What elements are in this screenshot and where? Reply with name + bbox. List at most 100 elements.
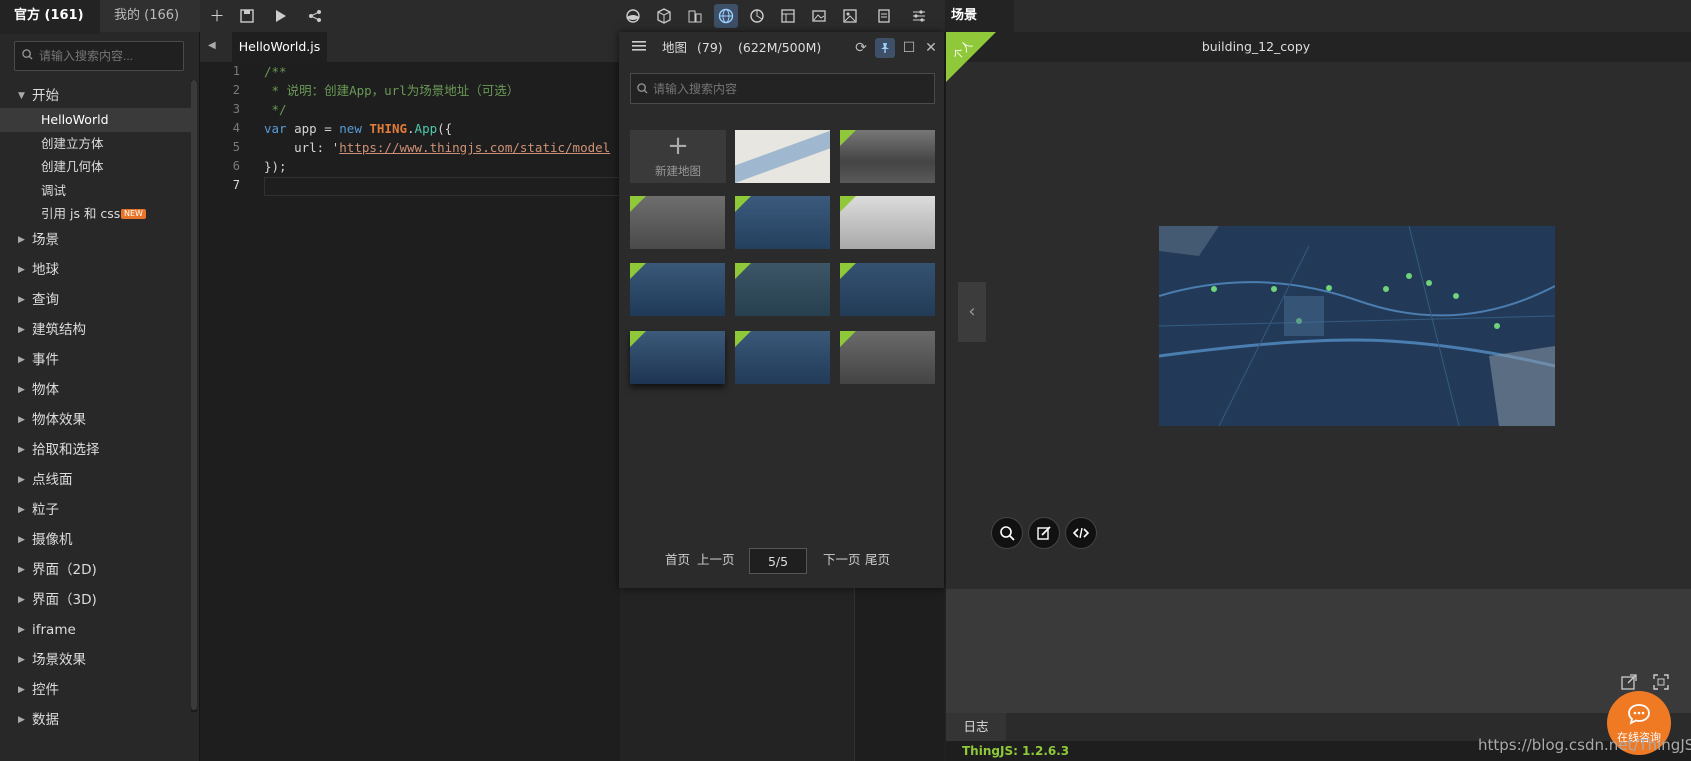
edit-button[interactable] — [1028, 517, 1060, 549]
scrollbar-thumb[interactable] — [191, 80, 197, 710]
code-line[interactable]: /** — [264, 62, 287, 81]
caret-right-icon[interactable]: ▶ — [18, 318, 25, 342]
caret-right-icon[interactable]: ▶ — [18, 678, 25, 702]
notebook-icon[interactable] — [872, 4, 896, 28]
run-icon[interactable] — [268, 4, 292, 28]
close-icon[interactable]: ✕ — [921, 38, 941, 58]
caret-right-icon[interactable]: ▶ — [18, 708, 25, 732]
code-button[interactable] — [1065, 517, 1097, 549]
code-line[interactable]: }); — [264, 157, 287, 176]
tab-scene[interactable]: 场景 — [946, 0, 1014, 32]
tree-category[interactable]: ▶ 查询 — [0, 288, 191, 312]
caret-right-icon[interactable]: ▶ — [18, 498, 25, 522]
code-line[interactable]: url: 'https://www.thingjs.com/static/mod… — [264, 138, 610, 157]
tree-item[interactable]: 调试 — [0, 179, 191, 203]
caret-right-icon[interactable]: ▶ — [18, 408, 25, 432]
image-icon[interactable] — [807, 4, 831, 28]
zoom-button[interactable] — [991, 517, 1023, 549]
pin-icon[interactable] — [875, 38, 895, 58]
code-line[interactable]: * 说明：创建App，url为场景地址（可选） — [264, 81, 520, 100]
chevron-left-icon[interactable]: ‹ — [958, 282, 986, 342]
add-icon[interactable]: ＋ — [205, 4, 229, 28]
caret-right-icon[interactable]: ▶ — [18, 438, 25, 462]
tree-category[interactable]: ▶ 事件 — [0, 348, 191, 372]
tree-category[interactable]: ▶ 物体效果 — [0, 408, 191, 432]
cube-icon[interactable] — [652, 4, 676, 28]
pager-last[interactable]: 尾页 — [865, 545, 890, 575]
tree-category[interactable]: ▶ 地球 — [0, 258, 191, 282]
new-map-button[interactable]: + 新建地图 — [630, 130, 726, 183]
caret-right-icon[interactable]: ▶ — [18, 558, 25, 582]
caret-right-icon[interactable]: ▶ — [18, 228, 25, 252]
map-thumbnail[interactable] — [630, 263, 725, 316]
tab-mine[interactable]: 我的 (166) — [100, 0, 200, 32]
code-line[interactable]: var app = new THING.App({ — [264, 119, 452, 138]
tree-category[interactable]: ▶ iframe — [0, 618, 191, 642]
search-input[interactable] — [39, 42, 179, 70]
pager-prev[interactable]: 上一页 — [697, 545, 735, 575]
code-line[interactable]: */ — [264, 100, 287, 119]
tree-category[interactable]: ▶ 物体 — [0, 378, 191, 402]
caret-right-icon[interactable]: ▶ — [18, 618, 25, 642]
pager-first[interactable]: 首页 — [665, 545, 690, 575]
tree-category[interactable]: ▶ 界面（2D) — [0, 558, 191, 582]
tree-category[interactable]: ▶ 场景效果 — [0, 648, 191, 672]
tree-category[interactable]: ▶ 数据 — [0, 708, 191, 732]
left-scrollbar[interactable] — [191, 80, 197, 712]
caret-down-icon[interactable]: ▼ — [18, 84, 25, 108]
map-thumbnail[interactable] — [840, 331, 935, 384]
tree-category[interactable]: ▶ 场景 — [0, 228, 191, 252]
tree-category[interactable]: ▶ 点线面 — [0, 468, 191, 492]
map-thumbnail[interactable] — [630, 331, 725, 384]
tree-category[interactable]: ▶ 控件 — [0, 678, 191, 702]
caret-right-icon[interactable]: ▶ — [18, 528, 25, 552]
menu-icon[interactable] — [629, 38, 649, 58]
map-thumbnail[interactable] — [735, 331, 830, 384]
caret-right-icon[interactable]: ▶ — [18, 258, 25, 282]
tree-category[interactable]: ▶ 摄像机 — [0, 528, 191, 552]
globe-icon[interactable] — [714, 4, 738, 28]
file-tab[interactable]: HelloWorld.js — [232, 32, 327, 62]
pager-input[interactable]: 5/5 — [749, 548, 807, 574]
pager-next[interactable]: 下一页 — [823, 545, 861, 575]
caret-right-icon[interactable]: ▶ — [18, 288, 25, 312]
building-icon[interactable] — [683, 4, 707, 28]
settings-sliders-icon[interactable] — [907, 4, 931, 28]
caret-right-icon[interactable]: ▶ — [18, 348, 25, 372]
caret-right-icon[interactable]: ▶ — [18, 468, 25, 492]
tab-official[interactable]: 官方 (161) — [0, 0, 100, 34]
tree-item[interactable]: 创建立方体 — [0, 132, 191, 156]
code-editor[interactable] — [200, 62, 620, 761]
caret-right-icon[interactable]: ▶ — [18, 588, 25, 612]
tree-category[interactable]: ▶ 建筑结构 — [0, 318, 191, 342]
fullscreen-icon[interactable] — [1652, 673, 1674, 695]
map-thumbnail[interactable] — [840, 263, 935, 316]
tree-category[interactable]: ▶ 粒子 — [0, 498, 191, 522]
share-icon[interactable] — [303, 4, 327, 28]
tab-log[interactable]: 日志 — [946, 713, 1006, 741]
map-thumbnail[interactable] — [630, 196, 725, 249]
map-thumbnail[interactable] — [735, 263, 830, 316]
map-thumbnail[interactable] — [735, 130, 830, 183]
tree-category[interactable]: ▶ 拾取和选择 — [0, 438, 191, 462]
refresh-icon[interactable]: ⟳ — [851, 38, 871, 58]
picture-icon[interactable] — [838, 4, 862, 28]
maximize-icon[interactable]: ☐ — [899, 38, 919, 58]
map-thumbnail[interactable] — [735, 196, 830, 249]
map-thumbnail[interactable] — [840, 130, 935, 183]
tree-category[interactable]: ▼ 开始 — [0, 84, 191, 108]
tree-item[interactable]: 引用 js 和 css NEW — [0, 202, 191, 226]
caret-right-icon[interactable]: ▶ — [18, 378, 25, 402]
map-thumbnail[interactable] — [840, 196, 935, 249]
scene-viewport-lower[interactable] — [946, 589, 1691, 713]
chart-icon[interactable] — [745, 4, 769, 28]
map-search-input[interactable] — [653, 74, 923, 103]
tree-item[interactable]: HelloWorld — [0, 108, 191, 132]
save-icon[interactable] — [235, 4, 259, 28]
layout-icon[interactable] — [776, 4, 800, 28]
terrain-icon[interactable] — [621, 4, 645, 28]
caret-right-icon[interactable]: ▶ — [18, 648, 25, 672]
tree-item[interactable]: 创建几何体 — [0, 155, 191, 179]
code-url[interactable]: https://www.thingjs.com/static/model — [339, 140, 610, 155]
map-search[interactable] — [630, 73, 935, 104]
